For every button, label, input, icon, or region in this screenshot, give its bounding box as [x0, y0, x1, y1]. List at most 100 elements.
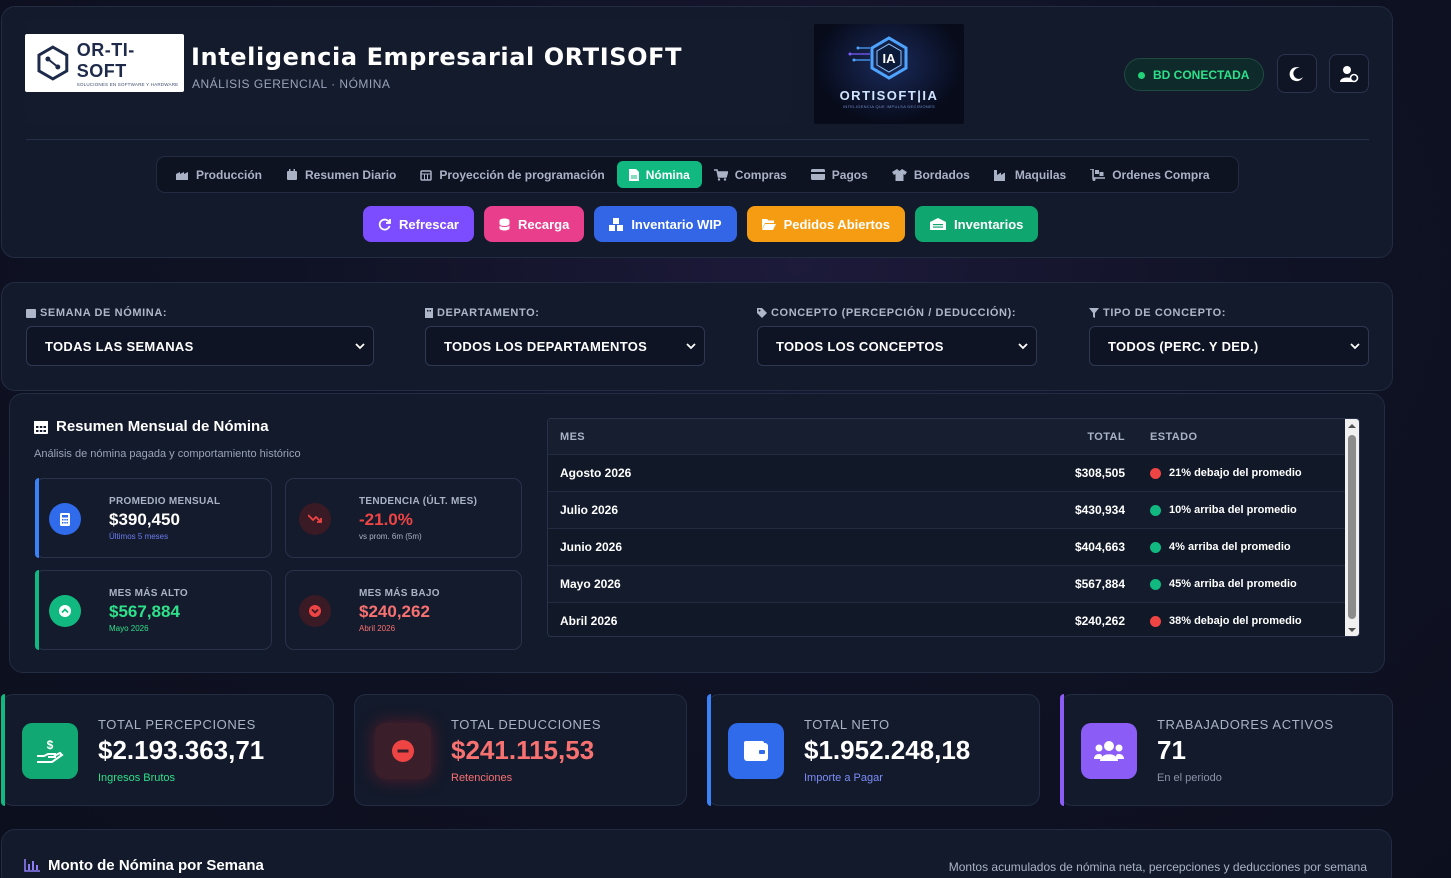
summary-title: Resumen Mensual de Nómina [56, 418, 269, 435]
cell-mes: Abril 2026 [560, 614, 618, 628]
concept-select[interactable]: TODOS LOS CONCEPTOS [757, 326, 1037, 366]
tab-pagos[interactable]: Pagos [799, 161, 880, 188]
logo-tagline: SOLUCIONES EN SOFTWARE Y HARDWARE [76, 81, 179, 87]
cell-estado: 38% debajo del promedio [1125, 615, 1302, 627]
filter-week: SEMANA DE NÓMINA: TODAS LAS SEMANAS [26, 307, 374, 366]
kpi-note: Importe a Pagar [804, 772, 883, 784]
stat-label: PROMEDIO MENSUAL [109, 496, 221, 507]
stat-label: MES MÁS ALTO [109, 588, 188, 599]
ia-logo-tagline: INTELIGENCIA QUE IMPULSA DECISIONES [842, 104, 936, 109]
status-text: 45% arriba del promedio [1169, 578, 1297, 590]
db-status-badge: BD CONECTADA [1124, 58, 1265, 91]
inventories-label: Inventarios [954, 216, 1024, 232]
calendar-grid-icon [420, 169, 433, 181]
table-row[interactable]: Abril 2026 $240,262 38% debajo del prome… [548, 602, 1359, 636]
scroll-up-icon[interactable] [1345, 420, 1359, 432]
status-dot-icon [1150, 541, 1161, 553]
kpi-value: $241.115,53 [451, 735, 595, 765]
monthly-table: MES TOTAL ESTADO Agosto 2026 $308,505 21… [547, 418, 1360, 637]
table-row[interactable]: Junio 2026 $404,663 4% arriba del promed… [548, 528, 1359, 565]
tab-maquilas[interactable]: Maquilas [982, 161, 1078, 188]
minus-circle-icon [375, 723, 431, 779]
stat-trend: TENDENCIA (ÚLT. MES) -21.0% vs prom. 6m … [285, 478, 522, 558]
concept-type-select[interactable]: TODOS (PERC. Y DED.) [1089, 326, 1369, 366]
arrow-down-circle-icon [299, 595, 331, 627]
tab-compras[interactable]: Compras [702, 161, 799, 188]
folder-open-icon [761, 219, 776, 230]
cell-total: $430,934 [1074, 503, 1125, 517]
kpi-note: Ingresos Brutos [98, 772, 176, 784]
tab-produccion[interactable]: Producción [163, 161, 274, 188]
theme-toggle-button[interactable] [1277, 54, 1317, 93]
tab-bordados[interactable]: Bordados [880, 161, 982, 188]
col-header-total[interactable]: TOTAL [988, 431, 1125, 443]
filter-label: DEPARTAMENTO: [437, 307, 540, 319]
table-row[interactable]: Mayo 2026 $567,884 45% arriba del promed… [548, 565, 1359, 602]
department-select[interactable]: TODOS LOS DEPARTAMENTOS [425, 326, 705, 366]
calculator-icon [49, 503, 81, 535]
kpi-total-perceptions: $ TOTAL PERCEPCIONES $2.193.363,71 Ingre… [1, 694, 334, 806]
weekly-title: Monto de Nómina por Semana [48, 857, 264, 874]
cell-mes: Julio 2026 [560, 503, 619, 517]
stat-value: -21.0% [359, 510, 413, 529]
cell-total: $404,663 [1074, 540, 1125, 554]
chevron-down-icon [1018, 343, 1028, 350]
weekly-title-row: Monto de Nómina por Semana [24, 857, 264, 874]
moon-icon [1289, 66, 1303, 81]
open-orders-button[interactable]: Pedidos Abiertos [746, 206, 906, 242]
col-header-mes[interactable]: MES [548, 431, 988, 443]
kpi-note: Retenciones [451, 772, 513, 784]
table-row[interactable]: Agosto 2026 $308,505 21% debajo del prom… [548, 454, 1359, 491]
wip-inventory-label: Inventario WIP [631, 216, 722, 232]
document-icon [628, 168, 639, 181]
wallet-icon [728, 723, 784, 779]
concept-select-value: TODOS LOS CONCEPTOS [776, 338, 944, 354]
summary-subtitle: Análisis de nómina pagada y comportamien… [34, 448, 301, 460]
stat-value: $240,262 [359, 602, 430, 621]
tab-ordenes-compra[interactable]: Ordenes Compra [1078, 161, 1221, 188]
card-icon [810, 169, 825, 180]
tab-label: Producción [196, 167, 263, 182]
filter-department-label-row: DEPARTAMENTO: [425, 307, 705, 319]
kpi-label: TOTAL DEDUCCIONES [451, 717, 602, 732]
arrow-up-circle-icon [49, 595, 81, 627]
stat-lowest: MES MÁS BAJO $240,262 Abril 2026 [285, 570, 522, 650]
stat-accent-bar [35, 478, 39, 558]
tab-label: Pagos [831, 167, 868, 182]
kpi-accent-bar [1060, 694, 1064, 806]
database-icon [499, 218, 510, 230]
reload-button[interactable]: Recarga [484, 206, 585, 242]
inventories-button[interactable]: Inventarios [915, 206, 1039, 242]
cart-icon [713, 168, 728, 181]
col-header-estado[interactable]: ESTADO [1125, 431, 1197, 443]
db-status-label: BD CONECTADA [1153, 67, 1250, 82]
status-dot-icon [1150, 578, 1161, 590]
tab-proyeccion[interactable]: Proyección de programación [408, 161, 616, 188]
tag-icon [757, 308, 767, 318]
chevron-down-icon [355, 343, 365, 350]
cell-estado: 21% debajo del promedio [1125, 467, 1302, 479]
week-select[interactable]: TODAS LAS SEMANAS [26, 326, 374, 366]
scroll-down-icon[interactable] [1345, 624, 1359, 636]
chevron-down-icon [686, 343, 696, 350]
table-row[interactable]: Julio 2026 $430,934 10% arriba del prome… [548, 491, 1359, 528]
status-dot-icon [1138, 72, 1145, 79]
stat-average: PROMEDIO MENSUAL $390,450 Últimos 5 mese… [35, 478, 272, 558]
tab-nomina[interactable]: Nómina [616, 161, 702, 188]
weekly-subtitle: Montos acumulados de nómina neta, percep… [948, 860, 1367, 874]
cell-total: $240,262 [1074, 614, 1125, 628]
refresh-button[interactable]: Refrescar [363, 206, 474, 242]
cell-mes: Junio 2026 [560, 540, 623, 554]
tab-resumen-diario[interactable]: Resumen Diario [274, 161, 408, 188]
user-settings-button[interactable] [1329, 54, 1369, 93]
scroll-thumb[interactable] [1348, 435, 1356, 619]
wip-inventory-button[interactable]: Inventario WIP [594, 206, 737, 242]
table-scrollbar[interactable] [1345, 419, 1359, 636]
header-panel: OR-TI-SOFT SOLUCIONES EN SOFTWARE Y HARD… [1, 6, 1393, 258]
shirt-icon [891, 168, 907, 181]
cell-estado: 4% arriba del promedio [1125, 541, 1291, 553]
open-orders-label: Pedidos Abiertos [783, 216, 891, 232]
factory-icon [176, 171, 188, 180]
cell-total: $308,505 [1074, 466, 1125, 480]
cell-total: $567,884 [1074, 577, 1125, 591]
